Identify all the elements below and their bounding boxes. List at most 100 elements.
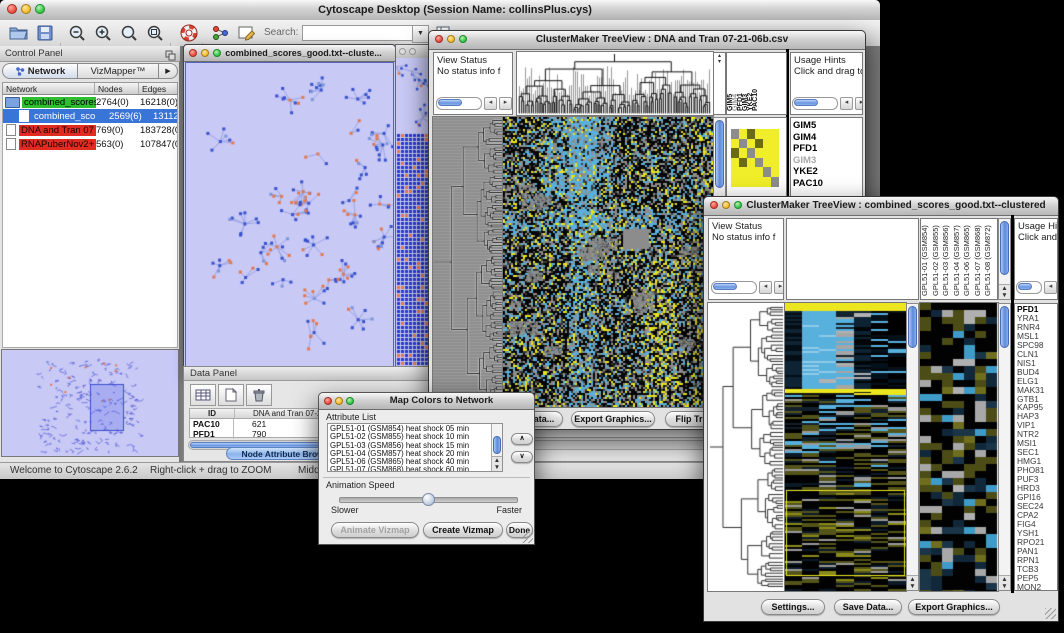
close-icon[interactable] bbox=[7, 4, 17, 14]
minimize-icon[interactable] bbox=[447, 35, 455, 43]
close-icon[interactable] bbox=[324, 397, 332, 405]
data-column-id[interactable]: ID bbox=[190, 409, 235, 418]
network-list-row[interactable]: DNA and Tran 07769(0)183728(0) bbox=[3, 123, 177, 137]
zoom-window-icon[interactable] bbox=[346, 397, 354, 405]
annotation-icon[interactable] bbox=[234, 22, 260, 44]
attribute-list-scrollbar[interactable]: ▲▼ bbox=[491, 424, 502, 471]
zoom-out-icon[interactable] bbox=[64, 22, 90, 44]
resize-grip[interactable] bbox=[1045, 608, 1056, 619]
heatmap-cell[interactable] bbox=[763, 158, 771, 168]
heatmap-zoom-canvas[interactable] bbox=[920, 303, 998, 591]
tv2-labels-scrollbar[interactable]: ▲▼ bbox=[998, 218, 1011, 300]
heatmap-cell[interactable] bbox=[731, 129, 739, 139]
heatmap-cell[interactable] bbox=[771, 167, 779, 177]
button-export-graphics-[interactable]: Export Graphics... bbox=[571, 411, 655, 427]
heatmap-cell[interactable] bbox=[747, 167, 755, 177]
new-network-icon[interactable] bbox=[208, 22, 234, 44]
attribute-item[interactable]: GPL51-07 (GSM868) heat shock 60 min bbox=[328, 466, 490, 472]
zoom-window-icon[interactable] bbox=[213, 49, 221, 57]
heatmap-global-canvas[interactable] bbox=[785, 303, 906, 591]
zoom-fit-icon[interactable] bbox=[116, 22, 142, 44]
network-list-row[interactable]: combined_scores_2764(0)16218(0) bbox=[3, 95, 177, 109]
heatmap-cell[interactable] bbox=[747, 177, 755, 187]
heatmap-cell[interactable] bbox=[755, 158, 763, 168]
gene-label[interactable]: YKE2 bbox=[791, 166, 862, 178]
gene-label[interactable]: GIM3 bbox=[791, 155, 862, 167]
tab-network[interactable]: Network bbox=[2, 63, 78, 79]
heatmap-cell[interactable] bbox=[771, 148, 779, 158]
gene-label[interactable]: PFD1 bbox=[791, 143, 862, 155]
heatmap-cell[interactable] bbox=[731, 158, 739, 168]
heatmap-cell[interactable] bbox=[747, 129, 755, 139]
search-dropdown-icon[interactable]: ▼ bbox=[412, 25, 429, 43]
heatmap-cell[interactable] bbox=[771, 139, 779, 149]
zoom-window-icon[interactable] bbox=[734, 201, 742, 209]
select-attributes-icon[interactable] bbox=[190, 384, 216, 406]
network-canvas[interactable] bbox=[185, 62, 394, 375]
close-icon[interactable] bbox=[710, 201, 718, 209]
gene-label[interactable]: MON2 bbox=[1015, 583, 1057, 591]
heatmap-cell[interactable] bbox=[747, 148, 755, 158]
heatmap-cell[interactable] bbox=[739, 158, 747, 168]
heatmap-cell[interactable] bbox=[731, 167, 739, 177]
heatmap-cell[interactable] bbox=[763, 148, 771, 158]
gene-label[interactable]: GIM4 bbox=[791, 132, 862, 144]
save-icon[interactable] bbox=[32, 22, 58, 44]
network-list-row[interactable]: RNAPuberNov2+563(0)107847(0) bbox=[3, 137, 177, 151]
search-input[interactable] bbox=[302, 25, 414, 41]
tab-more-button[interactable]: ▶ bbox=[158, 63, 178, 79]
gene-label[interactable]: GIM5 bbox=[791, 120, 862, 132]
button-save-data-[interactable]: Save Data... bbox=[834, 599, 902, 615]
main-titlebar[interactable]: Cytoscape Desktop (Session Name: collins… bbox=[0, 0, 880, 21]
usage-hints-scrollbar[interactable]: ◂ bbox=[1016, 281, 1057, 294]
heatmap-cell[interactable] bbox=[763, 139, 771, 149]
heatmap-cell[interactable] bbox=[739, 177, 747, 187]
heatmap-cell[interactable] bbox=[763, 177, 771, 187]
zoom-in-icon[interactable] bbox=[90, 22, 116, 44]
tv2-global-scrollbar[interactable]: ▲▼ bbox=[906, 303, 919, 591]
tv2-zoom-scrollbar[interactable]: ▲▼ bbox=[998, 303, 1011, 591]
tv1-titlebar[interactable]: ClusterMaker TreeView : DNA and Tran 07-… bbox=[429, 31, 865, 50]
heatmap-cell[interactable] bbox=[731, 139, 739, 149]
slider-thumb[interactable] bbox=[422, 493, 435, 506]
tv2-titlebar[interactable]: ClusterMaker TreeView : combined_scores_… bbox=[704, 197, 1058, 216]
column-header-edges[interactable]: Edges bbox=[139, 83, 177, 94]
resize-grip[interactable] bbox=[522, 532, 533, 543]
animate-vizmap-button[interactable]: Animate Vizmap bbox=[331, 522, 419, 538]
animation-speed-slider[interactable] bbox=[339, 497, 518, 503]
attribute-listbox[interactable]: GPL51-01 (GSM854) heat shock 05 minGPL51… bbox=[327, 423, 503, 472]
heatmap-cell[interactable] bbox=[755, 177, 763, 187]
delete-attribute-icon[interactable] bbox=[246, 384, 272, 406]
heatmap-cell[interactable] bbox=[771, 158, 779, 168]
close-icon[interactable] bbox=[189, 49, 197, 57]
tv2-column-dendrogram[interactable] bbox=[786, 218, 919, 300]
minimize-icon[interactable] bbox=[722, 201, 730, 209]
column-header-network[interactable]: Network bbox=[3, 83, 95, 94]
tv1-top-scroll-strip[interactable]: ▴▾ bbox=[713, 52, 726, 115]
row-dendrogram-canvas[interactable] bbox=[433, 117, 503, 407]
heatmap-cell[interactable] bbox=[747, 139, 755, 149]
heatmap-cell[interactable] bbox=[731, 177, 739, 187]
open-folder-icon[interactable] bbox=[6, 22, 32, 44]
heatmap-cell[interactable] bbox=[755, 167, 763, 177]
zoom-actual-icon[interactable] bbox=[142, 22, 168, 44]
gene-label[interactable]: PAC10 bbox=[791, 178, 862, 190]
minimize-icon[interactable] bbox=[335, 397, 343, 405]
close-icon[interactable] bbox=[435, 35, 443, 43]
network-list-row[interactable]: combined_sco2569(6)13112(15) bbox=[3, 109, 177, 123]
heatmap-cell[interactable] bbox=[739, 129, 747, 139]
column-dendrogram-canvas[interactable] bbox=[517, 52, 713, 115]
heatmap-cell[interactable] bbox=[739, 167, 747, 177]
column-header-nodes[interactable]: Nodes bbox=[95, 83, 139, 94]
heatmap-cell[interactable] bbox=[763, 167, 771, 177]
create-vizmap-button[interactable]: Create Vizmap bbox=[423, 522, 503, 538]
minimize-icon[interactable] bbox=[21, 4, 31, 14]
heatmap-cell[interactable] bbox=[771, 177, 779, 187]
heatmap-cell[interactable] bbox=[771, 129, 779, 139]
heatmap-cell[interactable] bbox=[731, 148, 739, 158]
row-dendrogram-canvas[interactable] bbox=[708, 303, 784, 591]
dialog-titlebar[interactable]: Map Colors to Network bbox=[319, 393, 534, 410]
heatmap-cell[interactable] bbox=[755, 148, 763, 158]
heatmap-cell[interactable] bbox=[755, 129, 763, 139]
usage-hints-scrollbar[interactable]: ◂▸ bbox=[792, 97, 863, 110]
